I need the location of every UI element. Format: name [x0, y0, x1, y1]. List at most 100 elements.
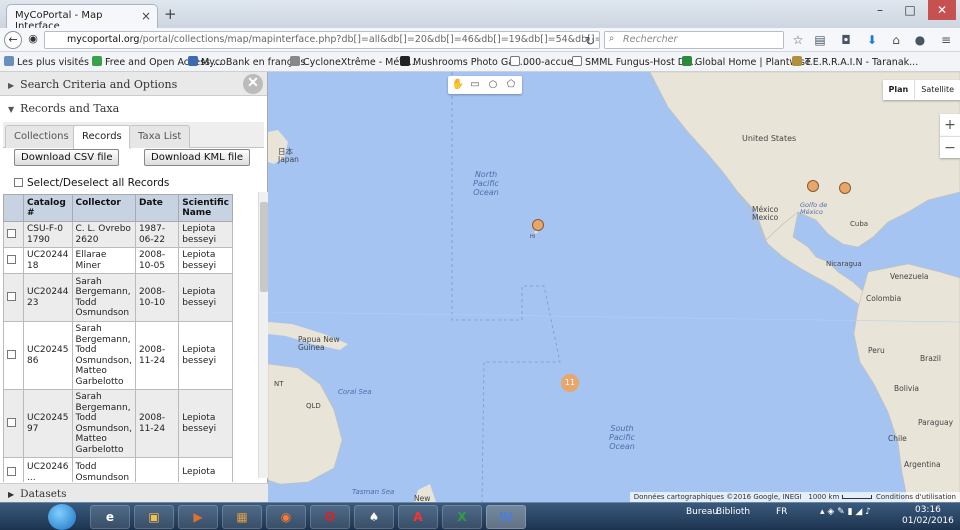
explorer-icon[interactable]: ▣ [134, 505, 174, 529]
circle-icon[interactable]: ○ [486, 78, 500, 92]
catalog-cell[interactable]: UC20244 18 [23, 247, 73, 274]
reload-site-icon[interactable]: ◉ [24, 31, 42, 49]
bookmark-label: Mushrooms Photo Gal... [413, 57, 526, 68]
scale-bar [841, 495, 872, 499]
zoom-in-button[interactable]: + [940, 114, 960, 136]
hand-icon[interactable]: ✋ [451, 78, 465, 92]
catalog-cell[interactable]: CSU-F-0 1790 [23, 221, 73, 248]
scrollbar-thumb[interactable] [260, 202, 268, 292]
maximize-icon[interactable]: □ [896, 0, 924, 20]
bookmark-item[interactable]: 000-accueil [510, 56, 578, 68]
download-kml-button[interactable]: Download KML file [144, 149, 251, 166]
media-player-icon[interactable]: ▶ [178, 505, 218, 529]
date-cell: 2008-11-24 [134, 389, 180, 458]
catalog-cell[interactable]: UC20245 97 [23, 389, 73, 458]
tab-collections[interactable]: Collections [5, 125, 78, 148]
records-taxa-header[interactable]: ▼ Records and Taxa [0, 96, 267, 120]
row-checkbox[interactable] [7, 228, 16, 238]
map-label-hawaii: Hi [530, 234, 536, 240]
close-panel-icon[interactable]: ✕ [243, 74, 263, 94]
site-icon [400, 56, 410, 66]
panel-scrollbar[interactable] [258, 192, 268, 478]
tab-taxa-list[interactable]: Taxa List [129, 125, 191, 148]
map-marker[interactable] [807, 180, 819, 192]
clock[interactable]: 03:16 01/02/2016 [902, 505, 954, 527]
folder-icon [4, 56, 14, 66]
checkbox[interactable] [14, 178, 23, 187]
bookmark-item[interactable]: Mushrooms Photo Gal... [400, 56, 526, 68]
scale-label: 1000 km [808, 493, 840, 501]
bookmark-item[interactable]: SMML Fungus-Host Di... [572, 56, 697, 68]
browser-tab[interactable]: MyCoPortal - Map Interface × [6, 4, 158, 32]
download-csv-button[interactable]: Download CSV file [14, 149, 120, 166]
terms-link[interactable]: Conditions d'utilisation [876, 493, 956, 501]
ie-icon[interactable]: e [90, 505, 130, 529]
row-checkbox[interactable] [7, 349, 16, 359]
bookmark-star-icon[interactable]: ☆ [790, 33, 806, 47]
datasets-header[interactable]: ▶ Datasets [0, 483, 268, 502]
download-icon[interactable]: ⬇ [864, 33, 880, 47]
row-checkbox[interactable] [7, 466, 16, 476]
collapse-arrow-icon: ▼ [8, 105, 15, 114]
row-checkbox[interactable] [7, 291, 16, 301]
clock-time: 03:16 [914, 505, 941, 515]
col-scientific-name: Scientific Name [178, 194, 233, 222]
map-marker[interactable] [532, 219, 544, 231]
bookmark-item[interactable]: CycloneXtrême - Mété... [290, 56, 418, 68]
library-toolbar-label[interactable]: Biblioth [716, 507, 750, 517]
zoom-out-button[interactable]: − [940, 136, 960, 158]
tray-icons[interactable]: ▴ ◈ ✎ ▮ ◢ ♪ [820, 507, 871, 517]
bookmark-item[interactable]: Les plus visités [4, 56, 89, 68]
map-canvas[interactable]: North Pacific Ocean South Pacific Ocean … [268, 72, 960, 502]
solitaire-icon[interactable]: ♠ [354, 505, 394, 529]
catalog-cell[interactable]: UC20244 23 [23, 273, 73, 322]
start-button[interactable] [48, 504, 76, 530]
chat-icon[interactable]: ● [912, 33, 928, 47]
reading-list-icon[interactable]: ▤ [812, 33, 828, 47]
row-checkbox[interactable] [7, 254, 16, 264]
bookmark-item[interactable]: T.E.R.R.A.I.N - Taranak... [792, 56, 918, 68]
close-tab-icon[interactable]: × [141, 9, 151, 23]
url-bar[interactable]: mycoportal.org/portal/collections/map/ma… [44, 31, 600, 49]
row-checkbox[interactable] [7, 417, 16, 427]
pdf-icon[interactable]: A [398, 505, 438, 529]
menu-icon[interactable]: ≡ [938, 33, 954, 47]
back-icon[interactable]: ← [4, 31, 22, 49]
language-indicator[interactable]: FR [776, 507, 787, 517]
map-type-plan[interactable]: Plan [883, 80, 916, 99]
name-cell: Lepiota besseyi [178, 321, 233, 390]
catalog-cell[interactable]: UC20246 ... [23, 457, 73, 482]
search-input[interactable]: ⌕ Rechercher [604, 31, 784, 49]
catalog-cell[interactable]: UC20245 86 [23, 321, 73, 390]
reload-icon[interactable]: ↻ [582, 34, 598, 48]
minimize-icon[interactable]: – [866, 0, 894, 20]
desktop-toolbar-label[interactable]: Bureau [686, 507, 718, 517]
panel-tabs: Collections Records Taxa List [3, 122, 264, 149]
archive-icon[interactable]: ▦ [222, 505, 262, 529]
select-all-checkbox[interactable]: Select/Deselect all Records [14, 177, 169, 189]
rectangle-icon[interactable]: ▭ [468, 78, 482, 92]
map-type-satellite[interactable]: Satellite [915, 80, 960, 99]
excel-icon[interactable]: X [442, 505, 482, 529]
new-tab-icon[interactable]: + [164, 5, 177, 23]
word-icon[interactable]: W [486, 505, 526, 529]
tab-records[interactable]: Records [73, 125, 131, 149]
cluster-marker[interactable]: 11 [561, 374, 579, 392]
bookmark-label: Les plus visités [17, 57, 89, 68]
side-panel: ▶ Search Criteria and Options ✕ ▼ Records … [0, 72, 268, 502]
table-row: UC20245 97 Sarah Bergemann, Todd Osmunds… [3, 389, 233, 458]
polygon-icon[interactable]: ⬠ [504, 78, 518, 92]
pocket-icon[interactable]: ◘ [838, 33, 854, 47]
map-label-paraguay: Paraguay [918, 418, 954, 427]
navigation-bar: ← ◉ mycoportal.org/portal/collections/ma… [0, 28, 960, 52]
home-icon[interactable]: ⌂ [888, 33, 904, 47]
close-window-icon[interactable]: ✕ [928, 0, 956, 20]
col-checkbox [3, 194, 24, 222]
page-icon [510, 56, 520, 66]
search-criteria-header[interactable]: ▶ Search Criteria and Options ✕ [0, 72, 267, 96]
map-marker[interactable] [839, 182, 851, 194]
firefox-icon[interactable]: ◉ [266, 505, 306, 529]
bookmark-item[interactable]: MycoBank en français [188, 56, 305, 68]
bookmarks-bar: Les plus visités Free and Open Access ..… [0, 52, 960, 72]
opera-icon[interactable]: O [310, 505, 350, 529]
